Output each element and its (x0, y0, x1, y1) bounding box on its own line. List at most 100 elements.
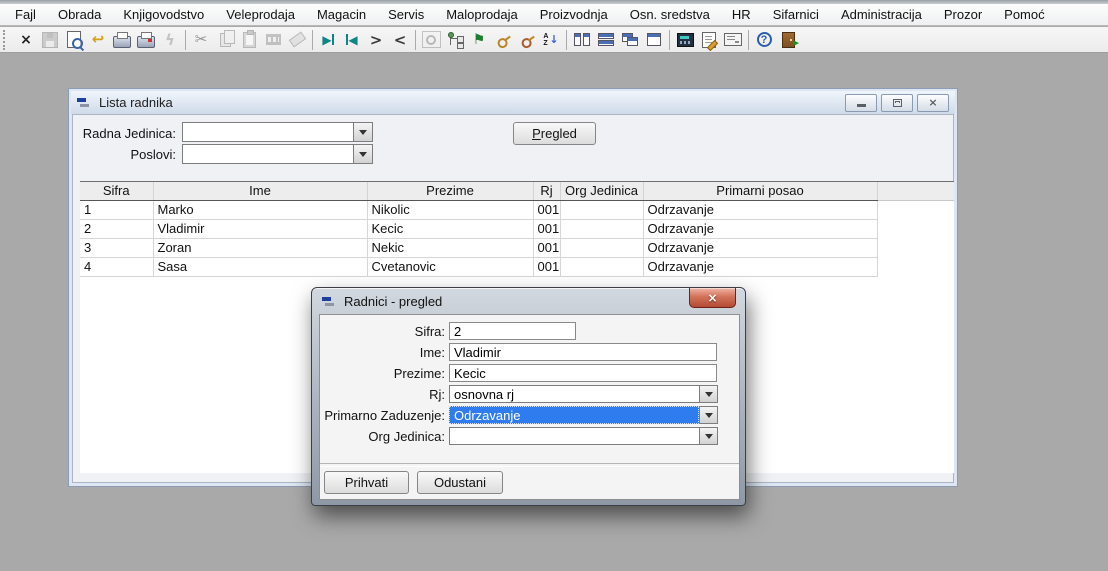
refresh-lightning-icon[interactable]: ϟ (158, 28, 182, 52)
prihvati-button[interactable]: Prihvati (324, 471, 409, 494)
org-jedinica-dropdown-button[interactable] (699, 427, 718, 445)
cell[interactable]: 001 (533, 200, 560, 219)
cell[interactable]: 001 (533, 219, 560, 238)
seek-end-icon[interactable]: ▶ (316, 28, 340, 52)
minimize-button[interactable] (845, 94, 877, 112)
sifra-input[interactable]: 2 (449, 322, 576, 340)
cut-icon[interactable]: ✂ (189, 28, 213, 52)
cell[interactable]: Odrzavanje (643, 200, 877, 219)
next-record-icon[interactable]: > (364, 28, 388, 52)
menu-pomoc[interactable]: Pomoć (993, 5, 1055, 24)
cell[interactable]: Odrzavanje (643, 219, 877, 238)
column-header-prezime[interactable]: Prezime (367, 182, 533, 200)
flag-icon[interactable]: ⚑ (467, 28, 491, 52)
cell[interactable] (560, 257, 643, 276)
column-header-sifra[interactable]: Sifra (80, 182, 153, 200)
exit-door-icon[interactable]: ▸ (776, 28, 800, 52)
tile-horizontal-icon[interactable] (594, 28, 618, 52)
table-row[interactable]: 2 Vladimir Kecic 001 Odrzavanje (80, 219, 954, 238)
menu-sifarnici[interactable]: Sifarnici (762, 5, 830, 24)
cell[interactable]: Vladimir (153, 219, 367, 238)
keys-icon[interactable] (515, 28, 539, 52)
column-header-ime[interactable]: Ime (153, 182, 367, 200)
rj-combo[interactable]: osnovna rj (449, 385, 718, 403)
close-button[interactable]: × (917, 94, 949, 112)
ime-input[interactable]: Vladimir (449, 343, 717, 361)
calculator-icon[interactable] (673, 28, 697, 52)
column-header-org-jedinica[interactable]: Org Jedinica (560, 182, 643, 200)
maximize-button[interactable] (881, 94, 913, 112)
window-titlebar[interactable]: Lista radnika × (71, 91, 955, 114)
cell[interactable]: Marko (153, 200, 367, 219)
menu-knjigovodstvo[interactable]: Knjigovodstvo (112, 5, 215, 24)
print-icon[interactable] (134, 28, 158, 52)
odustani-button[interactable]: Odustani (417, 471, 503, 494)
cell[interactable] (560, 219, 643, 238)
table-row[interactable]: 1 Marko Nikolic 001 Odrzavanje (80, 200, 954, 219)
cell[interactable]: Zoran (153, 238, 367, 257)
records-film-icon[interactable] (261, 28, 285, 52)
dialog-titlebar[interactable]: Radnici - pregled (312, 288, 745, 314)
menu-osn-sredstva[interactable]: Osn. sredstva (619, 5, 721, 24)
message-icon[interactable] (721, 28, 745, 52)
menu-prozor[interactable]: Prozor (933, 5, 993, 24)
cell[interactable]: Nikolic (367, 200, 533, 219)
revert-icon[interactable]: ↩ (86, 28, 110, 52)
cell[interactable]: Odrzavanje (643, 257, 877, 276)
cell[interactable]: 4 (80, 257, 153, 276)
table-row[interactable]: 3 Zoran Nekic 001 Odrzavanje (80, 238, 954, 257)
menu-fajl[interactable]: Fajl (4, 5, 47, 24)
pregled-button[interactable]: Pregled (513, 122, 596, 145)
tree-view-icon[interactable] (443, 28, 467, 52)
maximize-window-icon[interactable] (642, 28, 666, 52)
dialog-close-button[interactable]: × (689, 288, 736, 308)
radna-jedinica-dropdown-button[interactable] (353, 122, 373, 142)
tile-vertical-icon[interactable] (570, 28, 594, 52)
find-record-icon[interactable] (419, 28, 443, 52)
cell[interactable]: Odrzavanje (643, 238, 877, 257)
menu-hr[interactable]: HR (721, 5, 762, 24)
menu-veleprodaja[interactable]: Veleprodaja (215, 5, 306, 24)
column-header-primarni-posao[interactable]: Primarni posao (643, 182, 877, 200)
rj-dropdown-button[interactable] (699, 385, 718, 403)
key-icon[interactable] (491, 28, 515, 52)
menu-obrada[interactable]: Obrada (47, 5, 112, 24)
cell[interactable]: Kecic (367, 219, 533, 238)
cell[interactable] (560, 238, 643, 257)
cell[interactable]: 1 (80, 200, 153, 219)
cell[interactable]: 3 (80, 238, 153, 257)
paste-icon[interactable] (237, 28, 261, 52)
column-header-rj[interactable]: Rj (533, 182, 560, 200)
prezime-input[interactable]: Kecic (449, 364, 717, 382)
sort-az-icon[interactable]: AZ ↓ (539, 28, 563, 52)
copy-icon[interactable] (213, 28, 237, 52)
previous-record-icon[interactable]: < (388, 28, 412, 52)
cell[interactable]: 001 (533, 257, 560, 276)
org-jedinica-combo[interactable] (449, 427, 718, 445)
print-preview-icon[interactable] (62, 28, 86, 52)
table-row[interactable]: 4 Sasa Cvetanovic 001 Odrzavanje (80, 257, 954, 276)
primarno-zaduzenje-combo[interactable]: Odrzavanje (449, 406, 718, 424)
menu-maloprodaja[interactable]: Maloprodaja (435, 5, 529, 24)
help-icon[interactable]: ? (752, 28, 776, 52)
menu-servis[interactable]: Servis (377, 5, 435, 24)
cell[interactable]: Nekic (367, 238, 533, 257)
primarno-zaduzenje-dropdown-button[interactable] (699, 406, 718, 424)
menu-magacin[interactable]: Magacin (306, 5, 377, 24)
cascade-windows-icon[interactable] (618, 28, 642, 52)
cell[interactable]: 2 (80, 219, 153, 238)
toolbar-drag-handle[interactable] (3, 30, 10, 50)
menu-administracija[interactable]: Administracija (830, 5, 933, 24)
cell[interactable]: 001 (533, 238, 560, 257)
erase-icon[interactable] (285, 28, 309, 52)
menu-proizvodnja[interactable]: Proizvodnja (529, 5, 619, 24)
poslovi-combo[interactable] (182, 144, 373, 164)
seek-start-icon[interactable]: ◀ (340, 28, 364, 52)
printer-setup-icon[interactable] (110, 28, 134, 52)
cell[interactable]: Cvetanovic (367, 257, 533, 276)
cell[interactable] (560, 200, 643, 219)
poslovi-dropdown-button[interactable] (353, 144, 373, 164)
notes-icon[interactable] (697, 28, 721, 52)
cell[interactable]: Sasa (153, 257, 367, 276)
close-icon[interactable]: × (14, 28, 38, 52)
